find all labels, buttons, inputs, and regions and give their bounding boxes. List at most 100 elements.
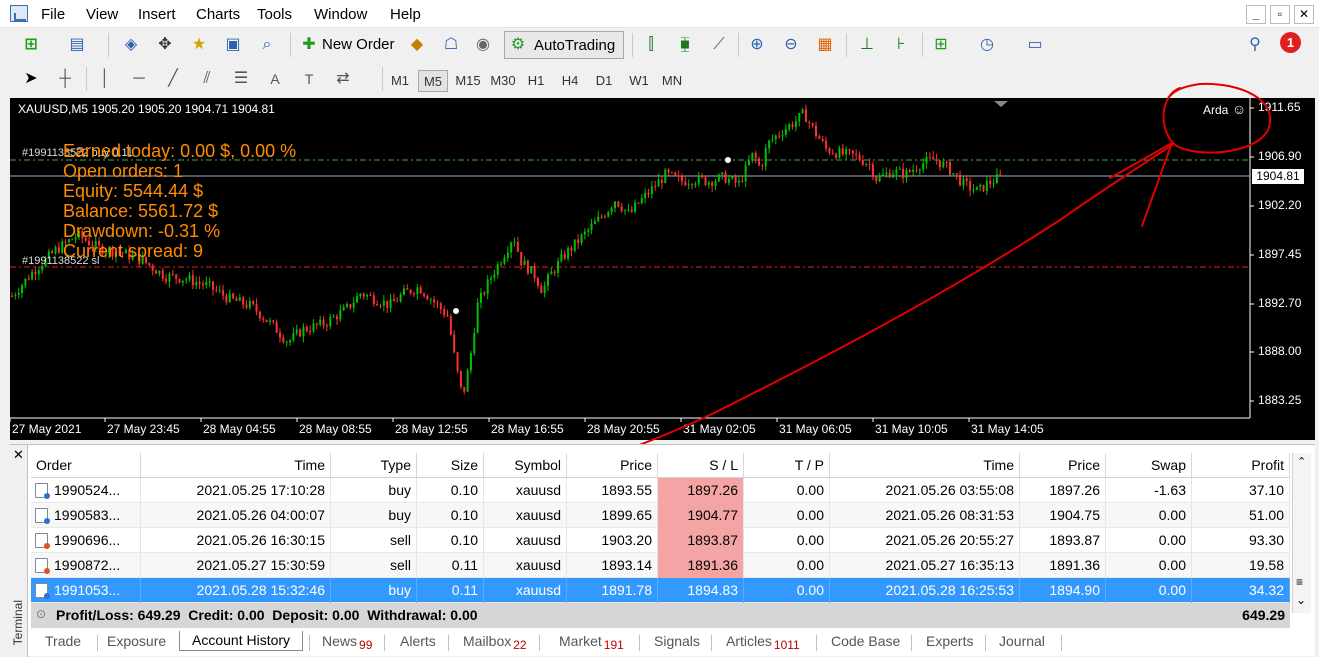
tab-count-badge: 1011 bbox=[773, 638, 800, 652]
text-icon[interactable]: A bbox=[264, 68, 286, 90]
candle-body bbox=[925, 156, 928, 164]
fibonacci-icon[interactable]: ☰ bbox=[230, 68, 252, 90]
horizontal-line-icon[interactable]: ─ bbox=[128, 68, 150, 90]
column-header[interactable]: Price bbox=[1020, 453, 1106, 478]
close-window-button[interactable]: ✕ bbox=[1294, 5, 1314, 24]
tab-signals[interactable]: Signals bbox=[654, 633, 700, 649]
timeframe-m15[interactable]: M15 bbox=[453, 70, 483, 92]
zoom-out-icon[interactable]: ⊖ bbox=[780, 34, 802, 56]
menu-view[interactable]: View bbox=[86, 6, 118, 23]
column-header[interactable]: Size bbox=[417, 453, 484, 478]
column-header[interactable]: Time bbox=[830, 453, 1020, 478]
tile-windows-icon[interactable]: ▦ bbox=[814, 34, 836, 56]
column-header[interactable]: Symbol bbox=[484, 453, 567, 478]
column-header[interactable]: S / L bbox=[658, 453, 744, 478]
candle-body bbox=[292, 333, 295, 341]
scroll-up-icon[interactable]: ⌃ bbox=[1297, 455, 1306, 468]
crosshair-icon[interactable]: ┼ bbox=[54, 68, 76, 90]
timeframe-d1[interactable]: D1 bbox=[589, 70, 619, 92]
cell-profit: 34.32 bbox=[1192, 578, 1290, 603]
periods-icon[interactable]: ◷ bbox=[976, 34, 998, 56]
scroll-down-icon[interactable]: ⌄ bbox=[1296, 593, 1306, 607]
menu-help[interactable]: Help bbox=[390, 6, 421, 23]
chart-shift-icon[interactable]: ⊥ bbox=[856, 34, 878, 56]
candle-body bbox=[811, 123, 814, 126]
notification-badge[interactable]: 1 bbox=[1280, 32, 1301, 53]
text-label-icon[interactable]: T bbox=[298, 68, 320, 90]
timeframe-m5[interactable]: M5 bbox=[418, 70, 448, 92]
column-header[interactable]: Order bbox=[31, 453, 141, 478]
timeframe-h4[interactable]: H4 bbox=[555, 70, 585, 92]
new-chart-icon[interactable]: ⊞ bbox=[20, 34, 42, 56]
vertical-line-icon[interactable]: │ bbox=[94, 68, 116, 90]
candle-body bbox=[600, 216, 603, 218]
column-header[interactable]: Time bbox=[141, 453, 331, 478]
candle-body bbox=[667, 169, 670, 173]
signals-icon[interactable]: ◉ bbox=[472, 34, 494, 56]
minimize-button[interactable]: _ bbox=[1246, 5, 1266, 24]
candle-body bbox=[486, 279, 489, 294]
navigator-icon[interactable]: ★ bbox=[188, 34, 210, 56]
exit-marker bbox=[725, 157, 731, 163]
tab-news[interactable]: News 99 bbox=[322, 633, 372, 652]
table-scrollbar[interactable]: ⌃ ⌄ ≡ bbox=[1292, 453, 1311, 613]
column-header[interactable]: Profit bbox=[1192, 453, 1290, 478]
price-chart[interactable]: XAUUSD,M5 1905.20 1905.20 1904.71 1904.8… bbox=[10, 98, 1315, 440]
autotrading-button[interactable]: ⚙ AutoTrading bbox=[504, 31, 624, 59]
auto-scroll-icon[interactable]: ⊦ bbox=[890, 34, 912, 56]
candle-body bbox=[54, 247, 57, 254]
cursor-icon[interactable]: ➤ bbox=[20, 68, 42, 90]
column-header[interactable]: Swap bbox=[1106, 453, 1192, 478]
menu-tools[interactable]: Tools bbox=[257, 6, 292, 23]
metaeditor-icon[interactable]: ◆ bbox=[406, 34, 428, 56]
tab-market[interactable]: Market 191 bbox=[559, 633, 624, 652]
close-terminal-icon[interactable]: ✕ bbox=[13, 447, 24, 463]
candle-body bbox=[57, 247, 60, 253]
search-icon[interactable]: ⚲ bbox=[1244, 34, 1266, 56]
line-chart-icon[interactable]: ⟋ bbox=[708, 34, 730, 56]
column-header[interactable]: Type bbox=[331, 453, 417, 478]
shapes-icon[interactable]: ⇄ bbox=[332, 68, 354, 90]
tab-experts[interactable]: Experts bbox=[926, 633, 973, 649]
timeframe-h1[interactable]: H1 bbox=[521, 70, 551, 92]
candle-body bbox=[758, 158, 761, 166]
new-order-button[interactable]: ✚ New Order bbox=[298, 32, 406, 58]
tab-alerts[interactable]: Alerts bbox=[400, 633, 436, 649]
data-window-icon[interactable]: ✥ bbox=[154, 34, 176, 56]
indicators-icon[interactable]: ⊞ bbox=[930, 34, 952, 56]
menu-insert[interactable]: Insert bbox=[138, 6, 176, 23]
menu-file[interactable]: File bbox=[41, 6, 65, 23]
channel-icon[interactable]: ⫽ bbox=[196, 68, 218, 90]
community-icon[interactable]: ☖ bbox=[440, 34, 462, 56]
candle-body bbox=[21, 285, 24, 293]
templates-icon[interactable]: ▭ bbox=[1024, 34, 1046, 56]
trendline-icon[interactable]: ╱ bbox=[162, 68, 184, 90]
candle-body bbox=[17, 292, 20, 296]
tab-articles[interactable]: Articles 1011 bbox=[726, 633, 800, 652]
restore-button[interactable]: ▫ bbox=[1270, 5, 1290, 24]
scroll-grip-icon[interactable]: ≡ bbox=[1296, 575, 1303, 589]
cell-tp: 0.00 bbox=[744, 578, 830, 603]
menu-window[interactable]: Window bbox=[314, 6, 367, 23]
timeframe-mn[interactable]: MN bbox=[657, 70, 687, 92]
strategy-tester-icon[interactable]: ⌕ bbox=[256, 34, 278, 56]
candlestick-icon[interactable]: ⧯ bbox=[674, 34, 696, 56]
tab-trade[interactable]: Trade bbox=[45, 633, 81, 649]
bar-chart-icon[interactable]: ⫿ bbox=[640, 34, 662, 56]
candle-body bbox=[607, 212, 610, 217]
column-header[interactable]: T / P bbox=[744, 453, 830, 478]
timeframe-w1[interactable]: W1 bbox=[624, 70, 654, 92]
column-header[interactable]: Price bbox=[567, 453, 658, 478]
tab-code-base[interactable]: Code Base bbox=[831, 633, 900, 649]
timeframe-m1[interactable]: M1 bbox=[385, 70, 415, 92]
tab-mailbox[interactable]: Mailbox 22 bbox=[463, 633, 527, 652]
timeframe-m30[interactable]: M30 bbox=[488, 70, 518, 92]
tab-exposure[interactable]: Exposure bbox=[107, 633, 166, 649]
tab-account-history[interactable]: Account History bbox=[179, 631, 304, 651]
terminal-icon[interactable]: ▣ bbox=[222, 34, 244, 56]
tab-journal[interactable]: Journal bbox=[999, 633, 1045, 649]
market-watch-icon[interactable]: ◈ bbox=[120, 34, 142, 56]
menu-charts[interactable]: Charts bbox=[196, 6, 240, 23]
zoom-in-icon[interactable]: ⊕ bbox=[746, 34, 768, 56]
profiles-icon[interactable]: ▤ bbox=[66, 34, 88, 56]
